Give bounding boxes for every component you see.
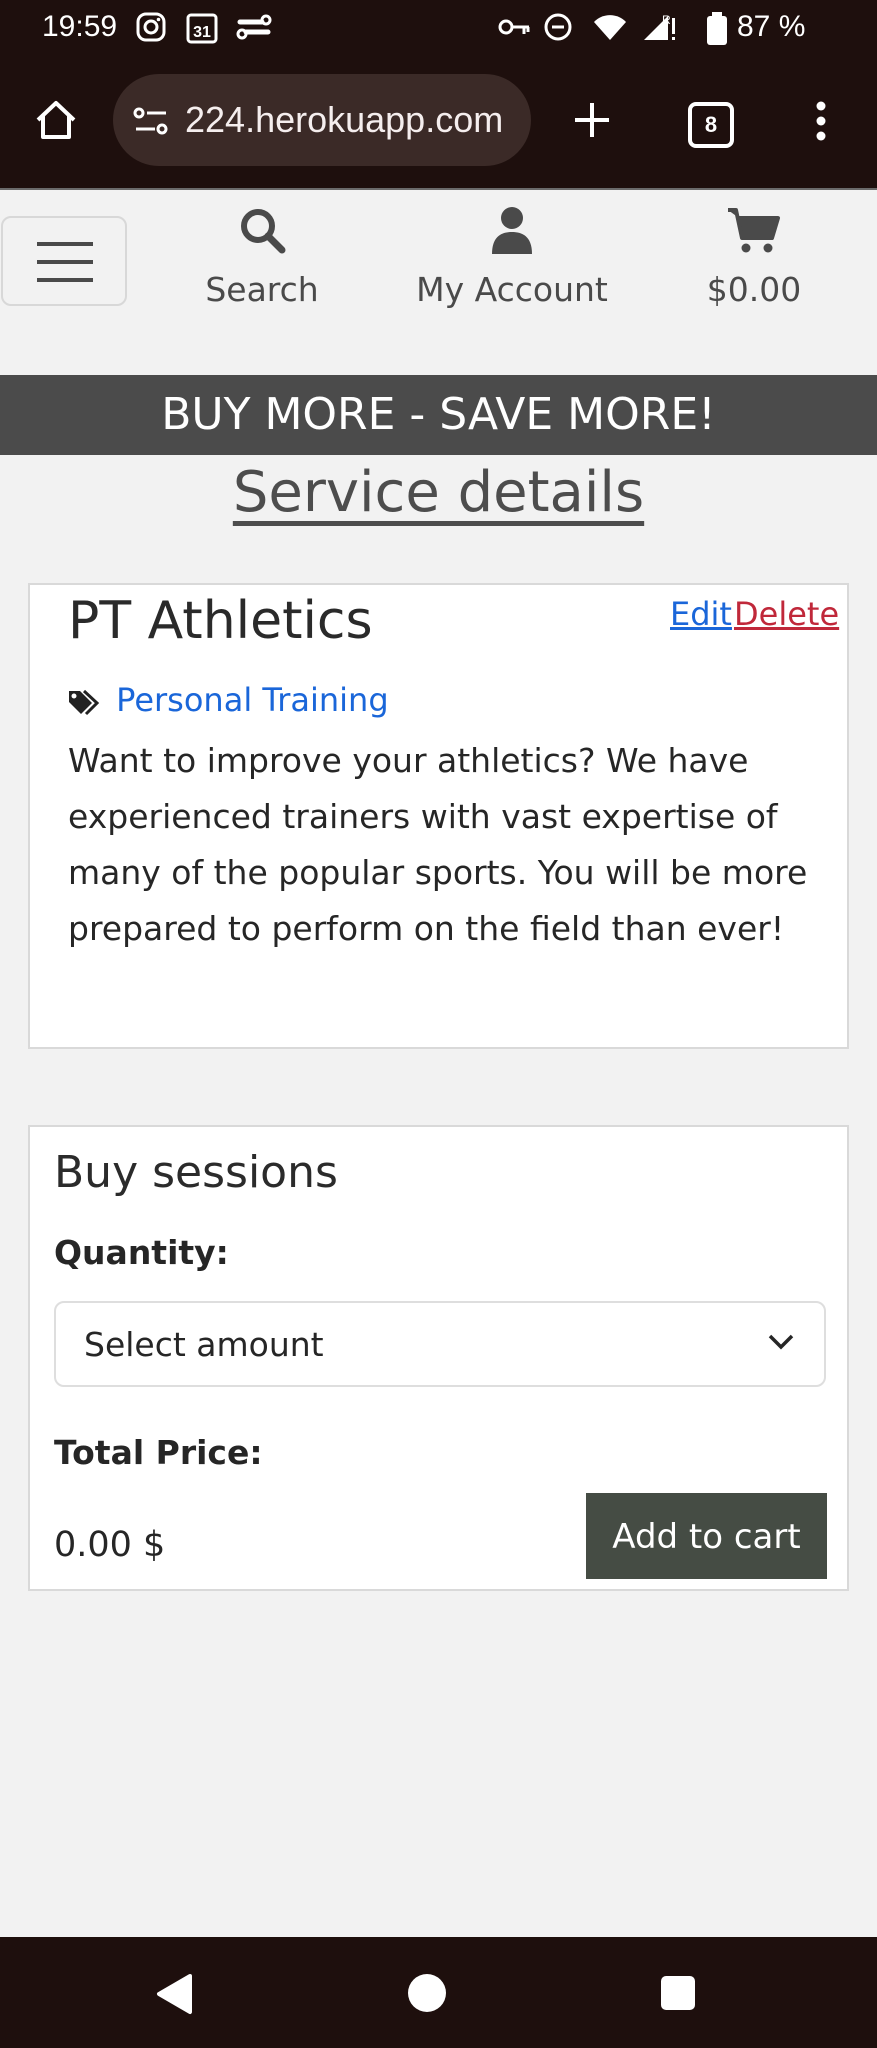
promo-banner: BUY MORE - SAVE MORE!	[0, 375, 877, 455]
vpn-key-icon	[497, 12, 531, 50]
cart-total: $0.00	[706, 270, 802, 309]
address-bar[interactable]: 224.herokuapp.com	[113, 74, 531, 166]
site-header: Search My Account $0.00	[0, 190, 877, 375]
shopping-cart-icon	[728, 208, 780, 253]
buy-heading: Buy sessions	[54, 1147, 338, 1198]
more-menu-icon[interactable]	[814, 100, 828, 146]
svg-text:R: R	[662, 13, 671, 27]
search-nav-link[interactable]: Search	[200, 206, 324, 309]
dnd-icon	[543, 12, 573, 50]
new-tab-icon[interactable]	[572, 100, 612, 144]
calendar-icon: 31	[186, 12, 218, 52]
service-category[interactable]: Personal Training	[68, 681, 389, 719]
page-title: Service details	[232, 460, 645, 525]
recents-icon[interactable]	[660, 1975, 696, 2015]
hamburger-icon	[37, 242, 93, 282]
status-bar: 19:59 31 R 87 %	[0, 0, 877, 56]
account-label: My Account	[416, 270, 608, 309]
delete-link[interactable]: Delete	[734, 595, 839, 633]
home-circle-icon[interactable]	[406, 1972, 448, 2018]
signal-icon: R	[640, 12, 680, 50]
url-text[interactable]: 224.herokuapp.com	[185, 99, 503, 141]
search-icon	[241, 209, 286, 254]
home-icon[interactable]	[34, 98, 78, 146]
add-to-cart-button[interactable]: Add to cart	[586, 1493, 827, 1579]
wifi-icon	[592, 12, 628, 50]
service-name: PT Athletics	[68, 591, 373, 651]
menu-toggle-button[interactable]	[1, 216, 127, 306]
category-label[interactable]: Personal Training	[116, 681, 388, 719]
search-label: Search	[205, 270, 319, 309]
svg-text:31: 31	[193, 24, 211, 41]
service-card: PT Athletics Edit Delete Personal Traini…	[28, 583, 849, 1049]
back-icon[interactable]	[154, 1973, 194, 2019]
quantity-select-value: Select amount	[84, 1325, 324, 1364]
link-icon	[236, 12, 272, 50]
cart-nav-link[interactable]: $0.00	[700, 206, 808, 309]
battery-percentage: 87 %	[737, 10, 806, 43]
chevron-down-icon	[768, 1334, 794, 1350]
battery-icon	[706, 12, 728, 54]
quantity-select[interactable]: Select amount	[54, 1301, 826, 1387]
total-price-label: Total Price:	[54, 1433, 263, 1472]
site-settings-icon[interactable]	[133, 104, 169, 146]
edit-link[interactable]: Edit	[670, 595, 732, 633]
total-price-value: 0.00 $	[54, 1525, 166, 1565]
user-icon	[492, 207, 532, 254]
buy-sessions-card: Buy sessions Quantity: Select amount Tot…	[28, 1125, 849, 1591]
clock: 19:59	[42, 10, 118, 43]
quantity-label: Quantity:	[54, 1233, 229, 1272]
tab-switcher-button[interactable]: 8	[688, 102, 734, 148]
browser-toolbar: 224.herokuapp.com 8	[0, 56, 877, 190]
service-description: Want to improve your athletics? We have …	[68, 741, 808, 948]
system-navigation-bar	[0, 1937, 877, 2048]
tags-icon	[69, 689, 100, 716]
account-nav-link[interactable]: My Account	[410, 206, 614, 309]
instagram-icon	[136, 12, 166, 50]
